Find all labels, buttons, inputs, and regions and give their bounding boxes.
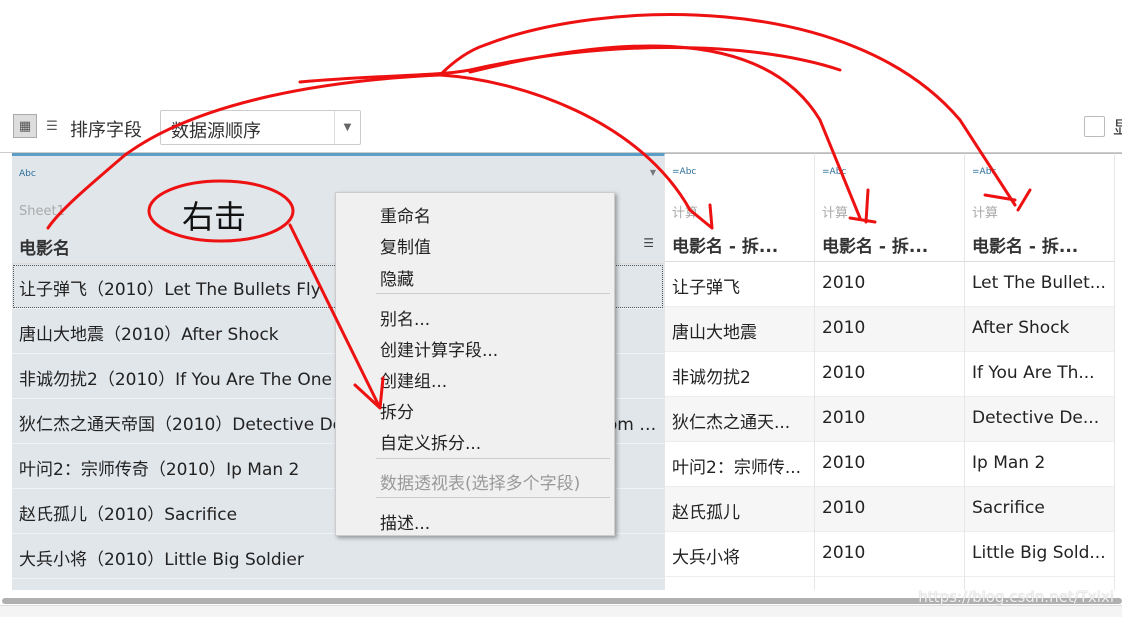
menu-item-rename[interactable]: 重命名 [380,202,431,227]
column-name: 电影名 [19,239,70,259]
menu-item-copy-values[interactable]: 复制值 [380,233,431,258]
table-cell[interactable]: Ip Man 2 [965,442,1114,487]
table-cell[interactable]: 叶问2：宗师传... [665,442,814,487]
table-cell[interactable]: 2010 [815,487,964,532]
column-header[interactable]: =Abc 计算 电影名 - 拆... [965,154,1114,262]
sort-field-value: 数据源顺序 [171,121,261,142]
table-cell[interactable]: Let The Bullet... [965,262,1114,307]
column-split-1[interactable]: =Abc 计算 电影名 - 拆... 让子弹飞 唐山大地震 非诚勿扰2 狄仁杰之通天.… [665,153,815,590]
context-menu: 重命名 复制值 隐藏 别名... 创建计算字段... 创建组... 拆分 自定义… [335,192,615,536]
grid-view-icon[interactable]: ▦ [13,114,37,138]
table-cell[interactable]: 2010 [815,307,964,352]
menu-item-custom-split[interactable]: 自定义拆分... [380,429,481,454]
menu-separator [376,497,610,498]
table-cell[interactable]: Sacrifice [965,487,1114,532]
calc-type-icon: =Abc [972,167,997,177]
column-name: 电影名 - 拆... [972,237,1079,257]
menu-separator [376,458,610,459]
sort-icon[interactable]: ☰ [643,236,654,250]
chevron-down-icon[interactable]: ▼ [334,111,360,144]
column-name: 电影名 - 拆... [672,237,779,257]
menu-separator [376,293,610,294]
column-source: Sheet1 [19,204,65,219]
watermark: https://blog.csdn.net/Txixi [918,588,1114,606]
table-cell[interactable]: 非诚勿扰2 [665,352,814,397]
menu-item-describe[interactable]: 描述... [380,509,430,534]
table-cell[interactable]: 2010 [815,352,964,397]
table-cell[interactable]: Little Big Sold... [965,532,1114,577]
table-cell[interactable]: 让子弹飞 [665,262,814,307]
menu-item-create-calculated-field[interactable]: 创建计算字段... [380,336,498,361]
sort-field-label: 排序字段 [70,120,142,141]
menu-item-pivot: 数据透视表(选择多个字段) [380,474,581,494]
status-bar [0,605,1122,617]
column-source: 计算 [822,206,849,221]
list-view-icon[interactable]: ☰ [40,114,64,138]
table-cell[interactable]: Detective De... [965,397,1114,442]
table-cell[interactable]: 大兵小将 [665,532,814,577]
table-cell[interactable]: 唐山大地震 [665,307,814,352]
column-header[interactable]: =Abc 计算 电影名 - 拆... [815,154,964,262]
menu-item-hide[interactable]: 隐藏 [380,265,414,290]
table-cell[interactable]: 2010 [815,397,964,442]
menu-item-split[interactable]: 拆分 [380,398,414,423]
column-name: 电影名 - 拆... [822,237,929,257]
column-split-3[interactable]: =Abc 计算 电影名 - 拆... Let The Bullet... Afte… [965,153,1115,590]
column-header[interactable]: =Abc 计算 电影名 - 拆... [665,154,814,262]
table-cell[interactable]: After Shock [965,307,1114,352]
column-menu-icon[interactable]: ▼ [650,168,656,177]
column-split-2[interactable]: =Abc 计算 电影名 - 拆... 2010 2010 2010 2010 2010 2… [815,153,965,590]
column-source: 计算 [972,206,999,221]
table-cell[interactable]: 2010 [815,532,964,577]
menu-item-aliases[interactable]: 别名... [380,305,430,330]
toolbar: ▦ ☰ 排序字段 数据源顺序 ▼ 显 [0,108,1122,148]
calc-type-icon: =Abc [672,167,697,177]
show-label: 显 [1113,114,1122,140]
table-cell[interactable]: 赵氏孤儿 [665,487,814,532]
annotation-curve-hub [298,43,842,84]
calc-type-icon: =Abc [822,167,847,177]
menu-item-create-group[interactable]: 创建组... [380,367,447,392]
sort-field-select[interactable]: 数据源顺序 ▼ [160,110,361,145]
show-checkbox[interactable] [1084,116,1105,137]
table-cell[interactable]: 狄仁杰之通天... [665,397,814,442]
column-source: 计算 [672,206,699,221]
annotation-right-click: 右击 [182,198,247,236]
column-partial [1115,153,1122,590]
table-cell[interactable]: If You Are Th... [965,352,1114,397]
table-cell[interactable]: 2010 [815,262,964,307]
string-type-icon: Abc [19,169,36,179]
table-cell[interactable]: 2010 [815,442,964,487]
table-cell[interactable]: 大兵小将（2010）Little Big Soldier [12,534,664,579]
